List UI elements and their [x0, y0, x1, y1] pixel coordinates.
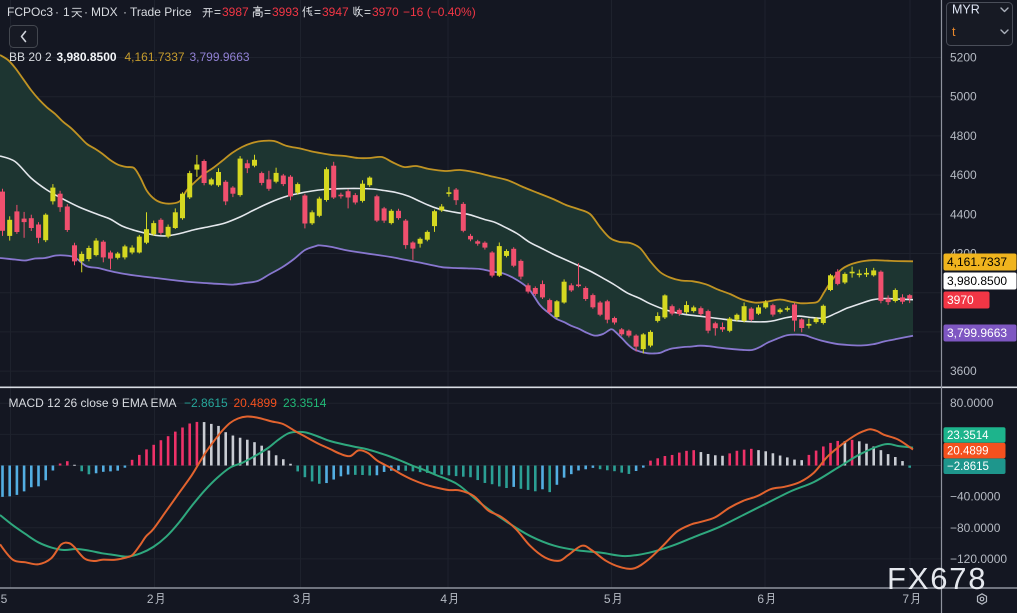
svg-text:2: 2 [147, 592, 154, 606]
svg-text:MACD 12 26 close 9 EMA EMA: MACD 12 26 close 9 EMA EMA [9, 396, 177, 410]
svg-text:3987: 3987 [222, 5, 249, 19]
svg-text:3,980.8500: 3,980.8500 [57, 50, 117, 64]
svg-text:=: = [214, 5, 221, 19]
svg-text:3: 3 [293, 592, 300, 606]
svg-text:4800: 4800 [950, 129, 977, 143]
svg-text:MDX: MDX [91, 5, 118, 19]
svg-text:−40.0000: −40.0000 [950, 490, 1001, 504]
svg-text:23.3514: 23.3514 [947, 430, 989, 442]
svg-text:20.4899: 20.4899 [234, 396, 278, 410]
svg-text:5: 5 [604, 592, 611, 606]
svg-text:6: 6 [757, 592, 764, 606]
svg-text:4,161.7337: 4,161.7337 [125, 50, 185, 64]
svg-text:4400: 4400 [950, 207, 977, 221]
svg-text:3,799.9663: 3,799.9663 [190, 50, 250, 64]
svg-text:=: = [264, 5, 271, 19]
svg-text:FCPOc3: FCPOc3 [7, 5, 53, 19]
svg-text:·: · [55, 5, 59, 19]
svg-text:80.0000: 80.0000 [950, 396, 994, 410]
svg-text:4600: 4600 [950, 168, 977, 182]
svg-text:5000: 5000 [950, 90, 977, 104]
svg-text:=: = [314, 5, 321, 19]
svg-text:3947: 3947 [322, 5, 349, 19]
svg-text:·: · [123, 5, 127, 19]
svg-text:3970: 3970 [372, 5, 399, 19]
svg-text:BB 20 2: BB 20 2 [9, 50, 52, 64]
svg-text:4,161.7337: 4,161.7337 [947, 255, 1007, 269]
svg-text:3,980.8500: 3,980.8500 [947, 274, 1007, 288]
svg-text:2025: 2025 [0, 592, 8, 606]
svg-text:4: 4 [440, 592, 447, 606]
svg-text:−16 (−0.40%): −16 (−0.40%) [403, 5, 476, 19]
svg-text:3,799.9663: 3,799.9663 [947, 326, 1007, 340]
svg-text:3970: 3970 [947, 293, 974, 307]
svg-text:5200: 5200 [950, 51, 977, 65]
svg-text:Trade Price: Trade Price [130, 5, 192, 19]
svg-text:·: · [84, 5, 88, 19]
svg-text:−2.8615: −2.8615 [947, 461, 989, 473]
svg-text:3993: 3993 [272, 5, 299, 19]
svg-text:−80.0000: −80.0000 [950, 521, 1001, 535]
svg-text:20.4899: 20.4899 [947, 446, 989, 458]
svg-text:−2.8615: −2.8615 [184, 396, 228, 410]
svg-text:t: t [952, 25, 956, 39]
svg-text:MYR: MYR [952, 3, 980, 17]
svg-text:23.3514: 23.3514 [283, 396, 327, 410]
svg-text:FX678: FX678 [887, 561, 987, 596]
svg-text:=: = [364, 5, 371, 19]
svg-text:3600: 3600 [950, 364, 977, 378]
svg-text:1: 1 [63, 5, 70, 19]
